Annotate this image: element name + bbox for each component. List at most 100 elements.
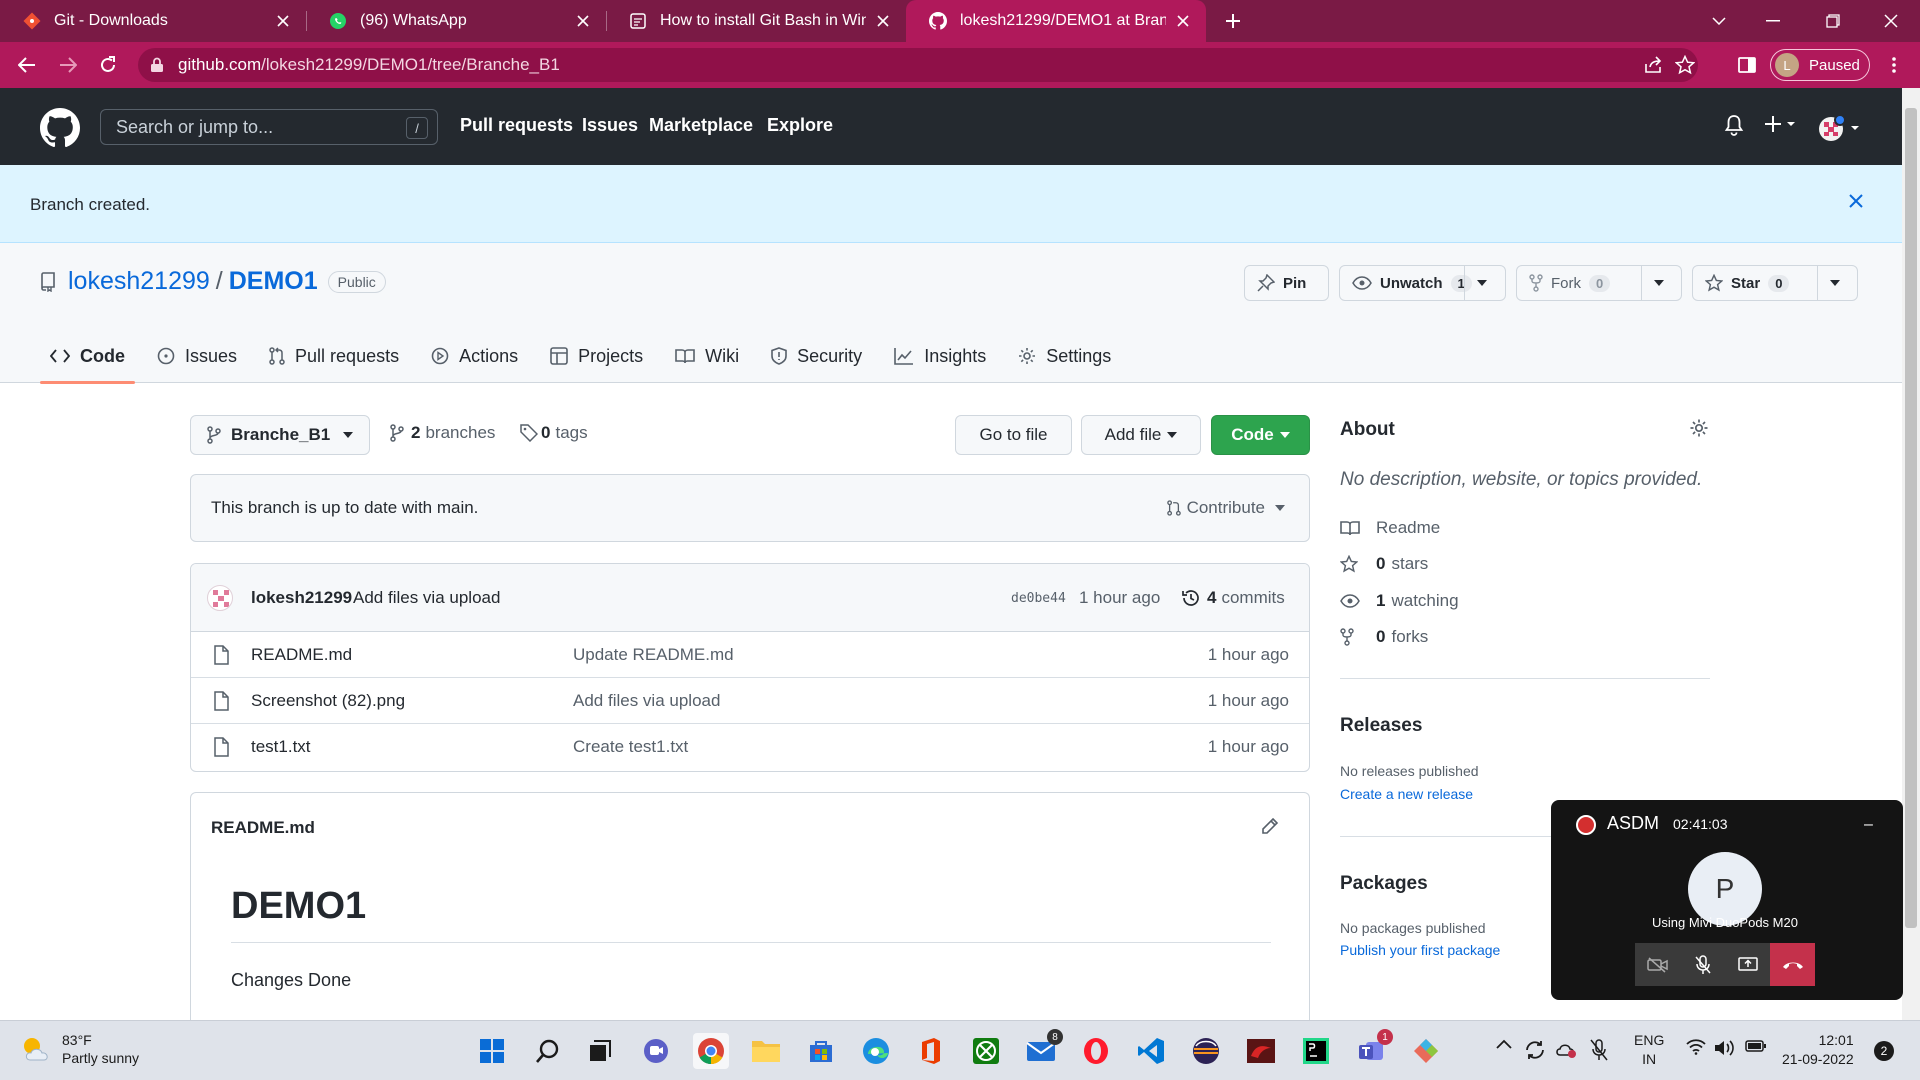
tab-whatsapp[interactable]: (96) WhatsApp xyxy=(306,0,606,42)
ide-icon[interactable] xyxy=(1243,1033,1279,1069)
tab-git-bash-guide[interactable]: How to install Git Bash in Windo xyxy=(606,0,906,42)
chrome-icon[interactable] xyxy=(693,1033,729,1069)
contribute-dropdown[interactable]: Contribute xyxy=(1166,498,1285,518)
tab-projects[interactable]: Projects xyxy=(540,329,653,383)
github-logo-icon[interactable] xyxy=(40,108,80,153)
mail-icon[interactable]: 8 xyxy=(1023,1029,1063,1069)
nav-issues[interactable]: Issues xyxy=(582,115,638,136)
clock[interactable]: 12:01 21-09-2022 xyxy=(1782,1031,1854,1069)
file-name-link[interactable]: Screenshot (82).png xyxy=(251,691,405,711)
tab-pull-requests[interactable]: Pull requests xyxy=(259,329,409,383)
close-icon[interactable] xyxy=(574,12,592,30)
file-name-link[interactable]: README.md xyxy=(251,645,352,665)
address-bar[interactable]: github.com/lokesh21299/DEMO1/tree/Branch… xyxy=(138,48,1698,82)
reload-icon[interactable] xyxy=(94,51,122,79)
search-icon[interactable] xyxy=(530,1033,566,1069)
window-close-icon[interactable] xyxy=(1866,0,1916,42)
go-to-file-button[interactable]: Go to file xyxy=(955,415,1072,455)
eclipse-icon[interactable] xyxy=(1188,1033,1224,1069)
packages-heading[interactable]: Packages xyxy=(1340,873,1428,895)
chevron-down-icon[interactable] xyxy=(1464,266,1499,300)
minimize-icon[interactable] xyxy=(1748,0,1798,42)
tab-insights[interactable]: Insights xyxy=(884,329,996,383)
kebab-menu-icon[interactable] xyxy=(1880,51,1908,79)
commits-link[interactable]: 4 commits xyxy=(1181,588,1285,608)
pycharm-icon[interactable] xyxy=(1298,1033,1334,1069)
close-icon[interactable] xyxy=(274,12,292,30)
nav-explore[interactable]: Explore xyxy=(767,115,833,136)
language-indicator[interactable]: ENG IN xyxy=(1634,1031,1664,1069)
task-view-icon[interactable] xyxy=(582,1033,618,1069)
wifi-icon[interactable] xyxy=(1686,1039,1706,1055)
star-button[interactable]: Star 0 xyxy=(1692,265,1858,301)
end-call-icon[interactable] xyxy=(1770,943,1815,986)
create-new-plus-icon[interactable] xyxy=(1764,114,1798,134)
tab-search-chevron-down-icon[interactable] xyxy=(1694,0,1744,42)
close-icon[interactable] xyxy=(1848,193,1864,214)
opera-icon[interactable] xyxy=(1078,1033,1114,1069)
file-explorer-icon[interactable] xyxy=(748,1033,784,1069)
teams-icon[interactable]: 1 xyxy=(1353,1029,1393,1069)
vscode-icon[interactable] xyxy=(1133,1033,1169,1069)
close-icon[interactable] xyxy=(874,12,892,30)
unwatch-button[interactable]: Unwatch 1 xyxy=(1339,265,1506,301)
new-tab-button[interactable] xyxy=(1220,8,1246,34)
scrollbar-thumb[interactable] xyxy=(1905,108,1917,928)
battery-icon[interactable] xyxy=(1745,1039,1767,1053)
branch-selector[interactable]: Branche_B1 xyxy=(190,415,370,455)
tab-actions[interactable]: Actions xyxy=(421,329,528,383)
chevron-down-icon[interactable] xyxy=(1641,266,1676,300)
cloud-sync-icon[interactable] xyxy=(1554,1039,1578,1059)
add-file-button[interactable]: Add file xyxy=(1081,415,1201,455)
tags-link[interactable]: 0 tags xyxy=(520,423,588,443)
chevron-down-icon[interactable] xyxy=(1817,266,1852,300)
nav-pull-requests[interactable]: Pull requests xyxy=(460,115,573,136)
file-commit-link[interactable]: Create test1.txt xyxy=(573,737,688,757)
gear-icon[interactable] xyxy=(1689,418,1709,443)
teams-chat-icon[interactable] xyxy=(638,1033,674,1069)
chevron-up-icon[interactable] xyxy=(1496,1039,1512,1049)
tab-issues[interactable]: Issues xyxy=(147,329,247,383)
minimize-icon[interactable]: – xyxy=(1864,816,1873,834)
mic-off-icon[interactable] xyxy=(1680,943,1725,986)
lock-icon[interactable] xyxy=(150,57,164,73)
share-screen-icon[interactable] xyxy=(1725,943,1770,986)
nav-marketplace[interactable]: Marketplace xyxy=(649,115,753,136)
microsoft-store-icon[interactable] xyxy=(803,1033,839,1069)
forward-arrow-icon[interactable] xyxy=(54,51,82,79)
repo-name-link[interactable]: DEMO1 xyxy=(229,267,318,296)
tab-git-downloads[interactable]: Git - Downloads xyxy=(0,0,306,42)
commit-sha-link[interactable]: de0be44 xyxy=(1011,591,1066,606)
volume-icon[interactable] xyxy=(1714,1039,1736,1057)
create-release-link[interactable]: Create a new release xyxy=(1340,786,1473,802)
restore-icon[interactable] xyxy=(1808,0,1858,42)
pin-button[interactable]: Pin xyxy=(1244,265,1329,301)
watching-link[interactable]: 1 watching xyxy=(1340,591,1459,611)
tab-security[interactable]: Security xyxy=(761,329,872,383)
close-icon[interactable] xyxy=(1174,12,1192,30)
share-icon[interactable] xyxy=(1643,54,1665,76)
mic-muted-icon[interactable] xyxy=(1590,1039,1608,1061)
forks-link[interactable]: 0 forks xyxy=(1340,627,1428,647)
gitkraken-icon[interactable] xyxy=(1408,1033,1444,1069)
publish-package-link[interactable]: Publish your first package xyxy=(1340,942,1500,958)
side-panel-icon[interactable] xyxy=(1733,51,1761,79)
branches-link[interactable]: 2 branches xyxy=(390,423,495,443)
file-commit-link[interactable]: Update README.md xyxy=(573,645,734,665)
readme-link[interactable]: Readme xyxy=(1340,518,1440,538)
weather-widget[interactable]: 83°F Partly sunny xyxy=(20,1031,139,1067)
tab-github-repo[interactable]: lokesh21299/DEMO1 at Branche_ xyxy=(906,0,1206,42)
readme-title[interactable]: README.md xyxy=(211,818,315,838)
tab-code[interactable]: Code xyxy=(40,329,135,384)
stars-link[interactable]: 0 stars xyxy=(1340,554,1428,574)
scrollbar[interactable] xyxy=(1902,88,1920,1020)
notification-count-badge[interactable]: 2 xyxy=(1874,1041,1894,1061)
tab-wiki[interactable]: Wiki xyxy=(665,329,749,383)
office-icon[interactable] xyxy=(913,1033,949,1069)
commit-author-link[interactable]: lokesh21299 xyxy=(251,588,352,608)
file-row[interactable]: Screenshot (82).png Add files via upload… xyxy=(191,678,1309,724)
user-avatar-menu[interactable] xyxy=(1818,114,1862,142)
pencil-edit-icon[interactable] xyxy=(1261,817,1279,840)
file-row[interactable]: README.md Update README.md 1 hour ago xyxy=(191,632,1309,678)
file-name-link[interactable]: test1.txt xyxy=(251,737,311,757)
